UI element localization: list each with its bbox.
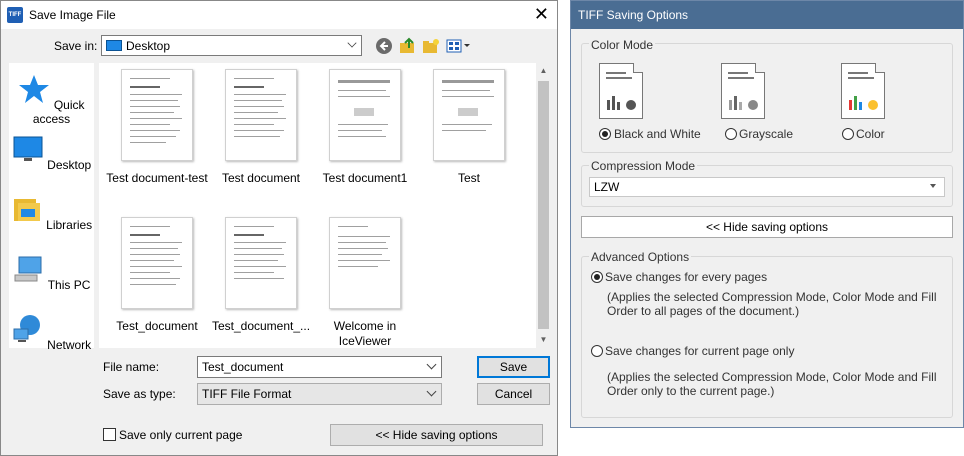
color-mode-title: Color Mode [589,38,656,52]
chevron-down-icon[interactable] [426,359,437,370]
cancel-button[interactable]: Cancel [477,383,550,405]
dialog-title: Save Image File [29,8,116,22]
file-name: Test_document [116,319,198,333]
place-label: This PC [47,278,91,292]
place-label: Desktop [47,158,92,172]
file-list[interactable]: Test document-test Test document Test do… [99,63,551,348]
document-thumbnail-icon [329,217,401,309]
document-thumbnail-icon [225,217,297,309]
view-menu-icon[interactable] [446,37,472,55]
desktop-icon [13,136,43,161]
compression-title: Compression Mode [589,159,698,173]
file-name: Test_document_... [211,319,311,333]
save-as-type-value: TIFF File Format [202,387,292,401]
place-this-pc[interactable]: This PC [9,253,94,292]
file-name-input[interactable]: Test_document [197,356,442,378]
network-icon [13,315,40,342]
new-folder-icon[interactable] [422,37,440,55]
grayscale-document-icon [721,63,765,119]
file-item[interactable]: Test_document [105,217,209,334]
file-name: Test [457,171,480,185]
file-item[interactable]: Test document [209,69,313,186]
vertical-scrollbar[interactable]: ▲ ▼ [536,63,551,348]
file-name: Welcome in IceViewer [333,319,397,348]
chevron-down-icon [930,184,936,188]
file-item[interactable]: Test_document_... [209,217,313,334]
save-current-page-label: Save changes for current page only [605,344,795,358]
file-name: Test document-test [106,171,208,185]
desktop-small-icon [106,40,122,51]
places-bar: Quick access Desktop Libraries This PC N… [9,63,94,352]
color-mode-color-radio[interactable] [842,128,854,140]
save-as-type-label: Save as type: [103,387,176,401]
back-icon[interactable] [375,37,393,55]
save-in-label: Save in: [54,39,98,53]
save-every-pages-radio[interactable] [591,271,603,283]
advanced-options-title: Advanced Options [589,250,692,264]
save-current-page-description: (Applies the selected Compression Mode, … [607,370,937,398]
save-in-value: Desktop [126,38,171,53]
color-mode-bw-label: Black and White [614,127,701,141]
file-name: Test document [221,171,301,185]
compression-value: LZW [594,180,620,194]
document-thumbnail-icon [433,69,505,161]
up-folder-icon[interactable] [399,37,417,55]
place-quick-access[interactable]: Quick access [9,73,94,126]
dialog-titlebar: TIFF Save Image File ✕ [1,1,557,29]
libraries-icon [13,199,40,221]
file-item[interactable]: Test document-test [105,69,209,186]
file-name: Test document1 [322,171,408,185]
panel-title: TIFF Saving Options [571,1,963,29]
color-mode-grayscale-radio[interactable] [725,128,737,140]
place-label: Network [47,338,92,352]
file-name-value: Test_document [202,360,284,374]
file-item[interactable]: Test [417,69,521,186]
file-name-label: File name: [103,360,160,374]
document-thumbnail-icon [121,217,193,309]
chevron-down-icon [347,38,357,48]
save-image-dialog: TIFF Save Image File ✕ Save in: Desktop … [0,0,558,456]
place-network[interactable]: Network [9,313,94,352]
document-thumbnail-icon [329,69,401,161]
save-only-current-page-label: Save only current page [119,428,243,442]
scroll-thumb[interactable] [538,81,549,329]
place-libraries[interactable]: Libraries [9,193,94,232]
hide-saving-options-button[interactable]: << Hide saving options [330,424,543,446]
save-as-type-select[interactable]: TIFF File Format [197,383,442,405]
color-mode-color-label: Color [856,127,885,141]
document-thumbnail-icon [225,69,297,161]
file-item[interactable]: Welcome in IceViewer [313,217,417,349]
scroll-down-icon[interactable]: ▼ [536,332,551,348]
star-icon [19,75,50,103]
color-mode-bw-radio[interactable] [599,128,611,140]
hide-saving-options-button[interactable]: << Hide saving options [581,216,953,238]
color-mode-grayscale-label: Grayscale [739,127,794,141]
save-current-page-radio[interactable] [591,345,603,357]
save-every-pages-description: (Applies the selected Compression Mode, … [607,290,937,318]
computer-icon [14,256,42,282]
save-in-combo[interactable]: Desktop [101,35,362,56]
tiff-saving-options-panel: TIFF Saving Options Color Mode Black and… [570,0,964,428]
compression-select[interactable]: LZW [589,177,945,197]
file-item[interactable]: Test document1 [313,69,417,186]
document-thumbnail-icon [121,69,193,161]
color-document-icon [841,63,885,119]
chevron-down-icon [426,386,437,397]
save-every-pages-label: Save changes for every pages [605,270,768,284]
save-only-current-page-checkbox[interactable] [103,428,116,441]
place-label: Libraries [46,218,93,232]
scroll-up-icon[interactable]: ▲ [536,63,551,79]
place-desktop[interactable]: Desktop [9,133,94,172]
save-button[interactable]: Save [477,356,550,378]
close-icon[interactable]: ✕ [534,4,549,24]
black-white-document-icon [599,63,643,119]
tiff-app-icon: TIFF [7,7,23,23]
